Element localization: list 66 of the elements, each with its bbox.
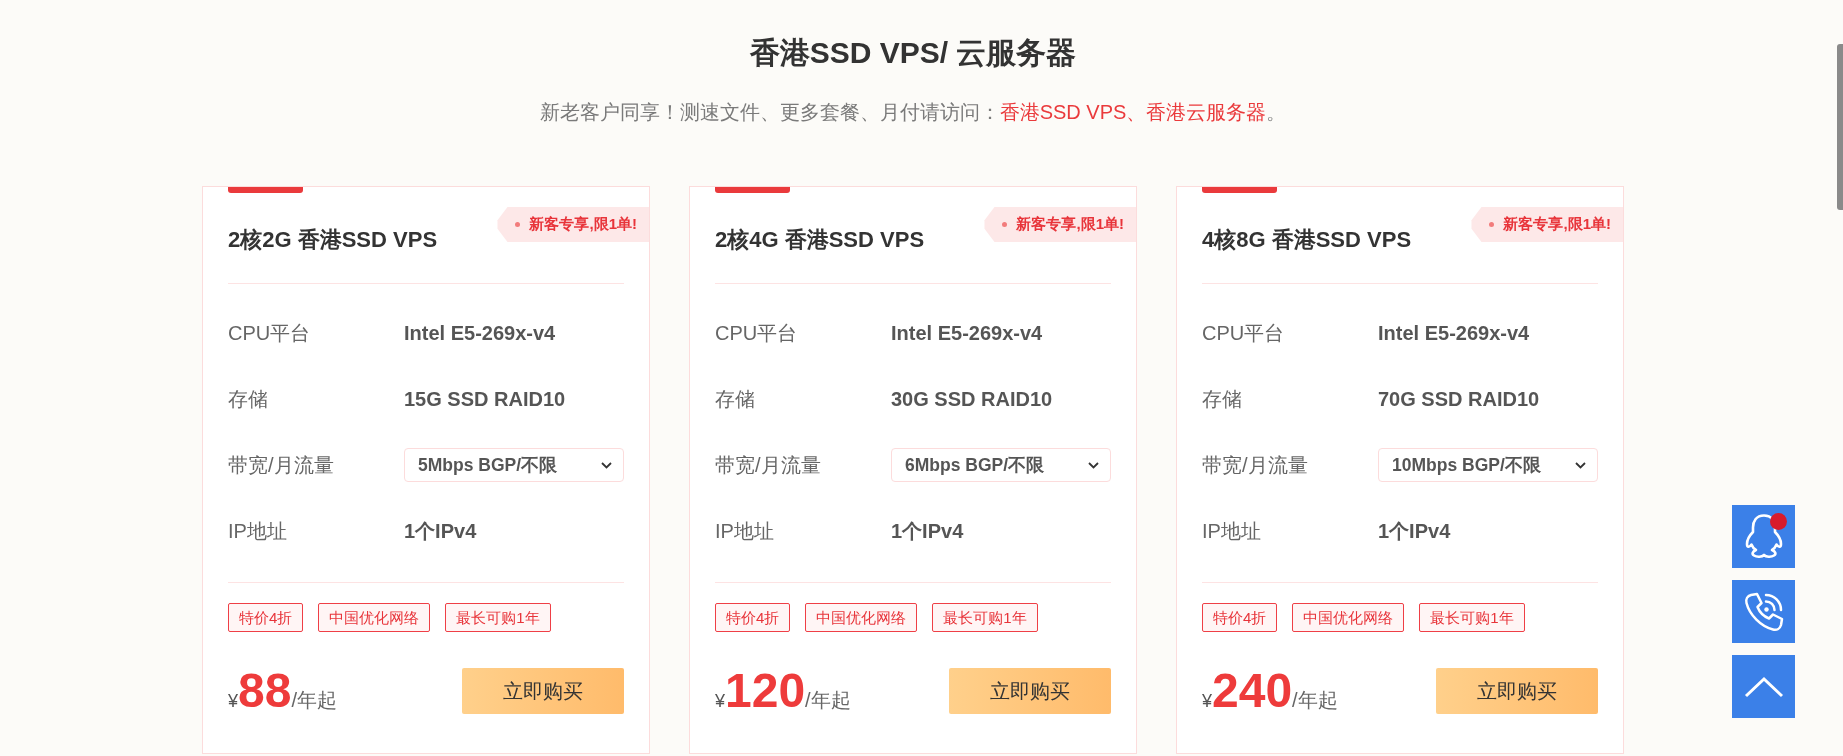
phone-button[interactable] [1732, 580, 1795, 643]
chevron-down-icon [1088, 461, 1099, 469]
feature-tag: 最长可购1年 [932, 603, 1038, 632]
promo-text: 新客专享,限1单! [1503, 215, 1611, 234]
link[interactable]: 香港云服务器 [1146, 101, 1267, 123]
spec-value: 1个IPv4 [404, 518, 477, 544]
spec-value: Intel E5-269x-v4 [404, 321, 556, 345]
spec-value: 15G SSD RAID10 [404, 387, 566, 411]
plan-title: 2核4G 香港SSD VPS [715, 226, 925, 254]
chevron-up-icon [1743, 675, 1784, 698]
plan-title: 2核2G 香港SSD VPS [228, 226, 438, 254]
spec-label: CPU平台 [1202, 320, 1286, 346]
plan-title: 4核8G 香港SSD VPS [1202, 226, 1412, 254]
price-value: 240 [1212, 667, 1293, 715]
chevron-down-icon [1575, 461, 1586, 469]
buy-button[interactable]: 立即购买 [1436, 668, 1598, 714]
spec-value: 1个IPv4 [891, 518, 964, 544]
buy-button[interactable]: 立即购买 [462, 668, 624, 714]
feature-tag: 中国优化网络 [805, 603, 918, 632]
spec-label: 带宽/月流量 [228, 452, 335, 478]
spec-value: 30G SSD RAID10 [891, 387, 1053, 411]
back-to-top-button[interactable] [1732, 655, 1795, 718]
scrollbar-thumb[interactable] [1837, 44, 1843, 210]
currency-symbol: ¥ [228, 691, 238, 712]
spec-label: IP地址 [228, 518, 288, 544]
page-title: 香港SSD VPS/ 云服务器 [749, 35, 1077, 71]
feature-tag: 最长可购1年 [445, 603, 551, 632]
spec-label: 带宽/月流量 [1202, 452, 1309, 478]
link[interactable]: 香港SSD VPS [999, 101, 1127, 123]
currency-symbol: ¥ [715, 691, 725, 712]
promo-text: 新客专享,限1单! [1016, 215, 1124, 234]
feature-tag: 中国优化网络 [318, 603, 431, 632]
price-unit: /年起 [805, 689, 851, 713]
chat-button[interactable] [1732, 505, 1795, 568]
currency-symbol: ¥ [1202, 691, 1212, 712]
dot-icon [1002, 222, 1008, 227]
spec-label: 带宽/月流量 [715, 452, 822, 478]
feature-tag: 中国优化网络 [1292, 603, 1405, 632]
spec-value: Intel E5-269x-v4 [891, 321, 1043, 345]
feature-tag: 最长可购1年 [1419, 603, 1525, 632]
promo-text: 新客专享,限1单! [529, 215, 637, 234]
chevron-down-icon [601, 461, 612, 469]
price-value: 120 [725, 667, 806, 715]
dot-icon [515, 222, 521, 227]
dropdown[interactable]: 6Mbps BGP/不限 [891, 448, 1111, 482]
spec-label: CPU平台 [228, 320, 312, 346]
dot-icon [1489, 222, 1495, 227]
spec-label: 存储 [228, 386, 269, 412]
subtitle-text: 新老客户同享！测速文件、更多套餐、月付请访问：香港SSD VPS、香港云服务器。 [539, 100, 1287, 125]
spec-value: 70G SSD RAID10 [1378, 387, 1540, 411]
dropdown[interactable]: 10Mbps BGP/不限 [1378, 448, 1598, 482]
price-unit: /年起 [291, 689, 337, 713]
spec-label: 存储 [1202, 386, 1243, 412]
feature-tag: 特价4折 [1202, 603, 1278, 632]
spec-value: 1个IPv4 [1378, 518, 1451, 544]
dropdown[interactable]: 5Mbps BGP/不限 [404, 448, 624, 482]
spec-value: Intel E5-269x-v4 [1378, 321, 1530, 345]
feature-tag: 特价4折 [715, 603, 791, 632]
spec-label: IP地址 [715, 518, 775, 544]
spec-label: CPU平台 [715, 320, 799, 346]
spec-label: IP地址 [1202, 518, 1262, 544]
price-unit: /年起 [1292, 689, 1338, 713]
spec-label: 存储 [715, 386, 756, 412]
feature-tag: 特价4折 [228, 603, 304, 632]
price-value: 88 [238, 667, 292, 715]
buy-button[interactable]: 立即购买 [949, 668, 1111, 714]
